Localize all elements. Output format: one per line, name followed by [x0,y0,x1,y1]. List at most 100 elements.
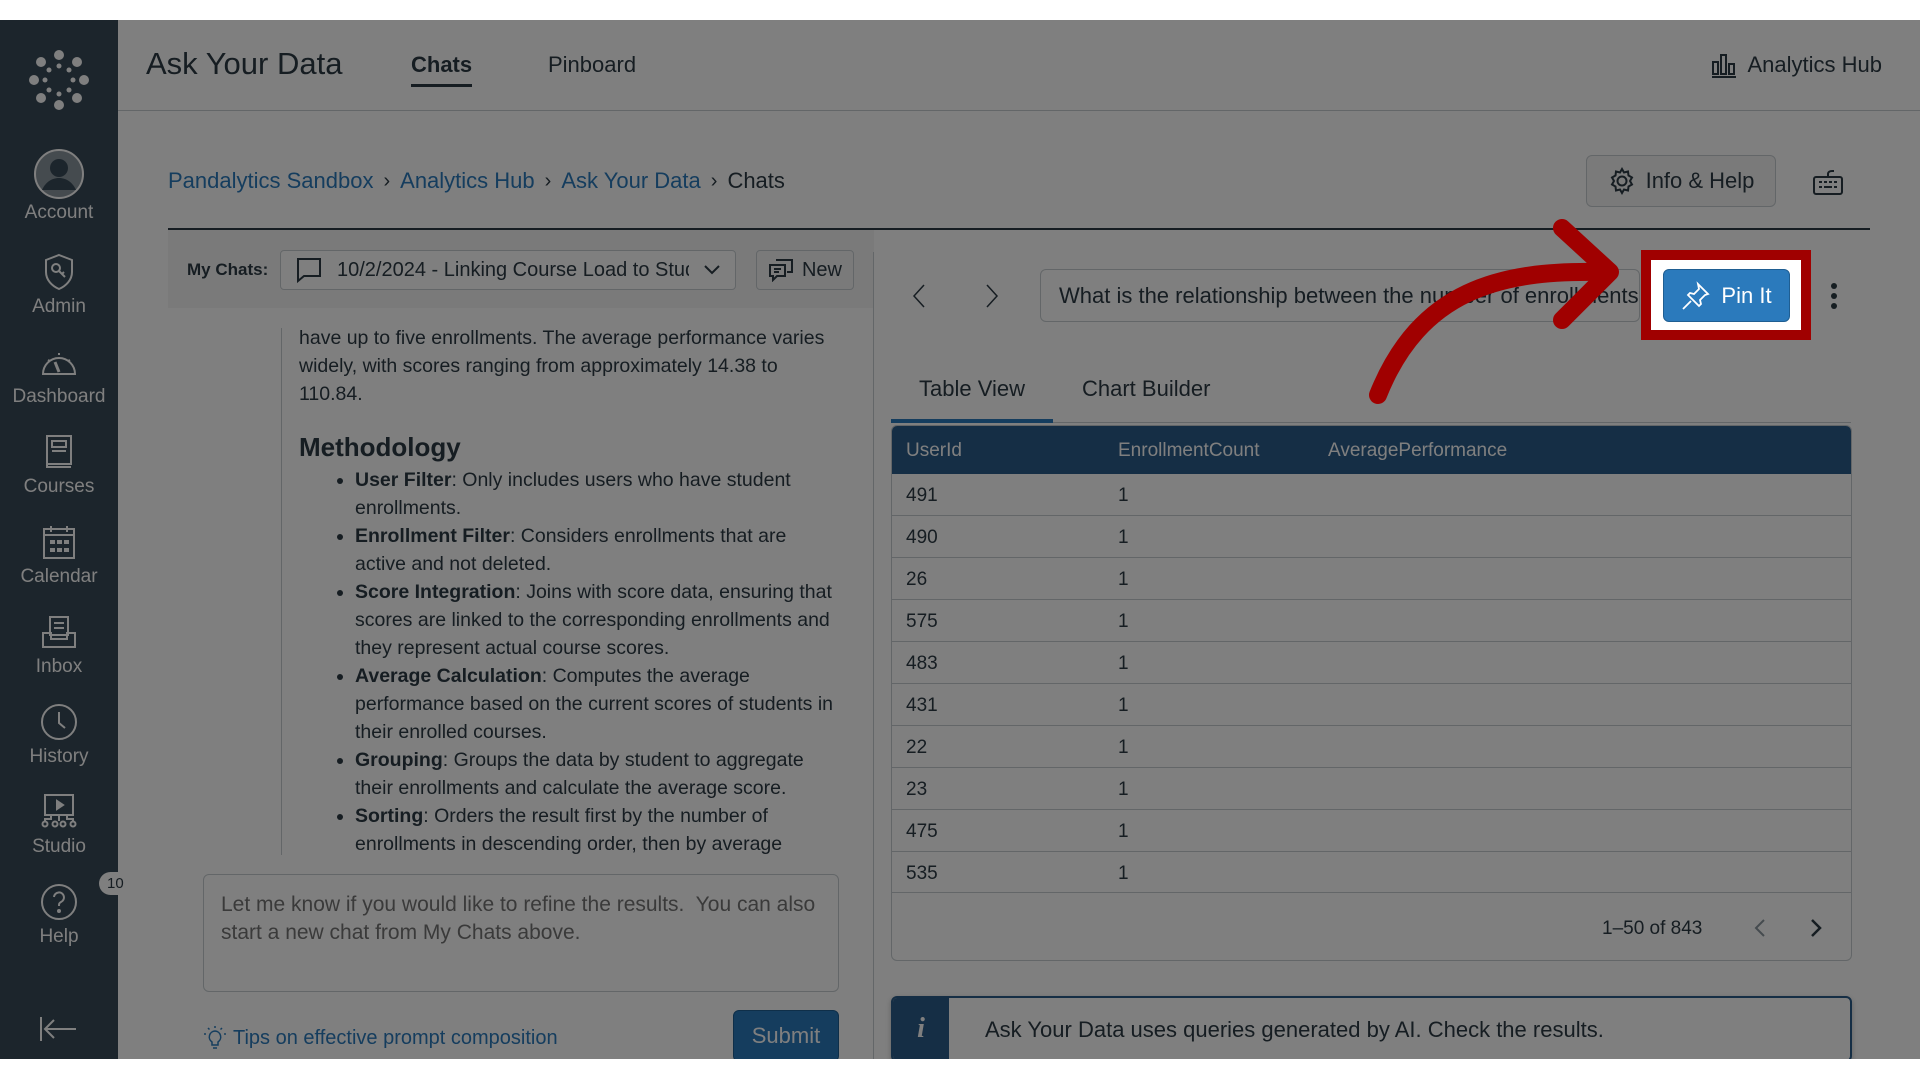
tab-chart-builder[interactable]: Chart Builder [1082,376,1210,402]
tab-table-view[interactable]: Table View [919,376,1025,402]
chat-pane: My Chats: 10/2/2024 - Linking Course Loa… [168,230,874,1059]
table-cell: 22 [906,737,928,758]
column-header[interactable]: AveragePerformance [1328,440,1507,462]
bullet-term: Grouping [355,749,443,771]
table-row[interactable]: 491 1 [892,474,1851,516]
nav-help[interactable]: 10 Help [0,872,132,964]
analytics-hub-link[interactable]: Analytics Hub [1711,52,1882,78]
app-frame: Account Admin Dashboard Courses Calendar [0,20,1920,1059]
pushpin-icon [1682,280,1711,310]
table-cell: 1 [1118,695,1129,716]
bullet-term: Average Calculation [355,665,542,687]
next-query-button[interactable] [977,278,1007,314]
nav-label: Courses [23,476,95,497]
new-chat-icon [768,259,793,282]
more-options-button[interactable] [1822,278,1846,314]
table-cell: 1 [1118,527,1129,548]
table-row[interactable]: 490 1 [892,516,1851,558]
chevron-left-icon [912,284,925,308]
help-badge: 10 [99,872,132,895]
table-cell: 26 [906,569,928,590]
nav-studio[interactable]: Studio [0,790,118,874]
table-cell: 1 [1118,821,1129,842]
nav-admin[interactable]: Admin [0,250,118,334]
pin-it-button[interactable]: Pin It [1663,269,1790,322]
chevron-right-icon [986,284,999,308]
keyboard-icon [1813,170,1843,195]
table-cell: 491 [906,485,938,506]
submit-button[interactable]: Submit [733,1010,839,1059]
nav-courses[interactable]: Courses [0,430,118,514]
chat-prompt-input[interactable] [203,874,839,992]
previous-query-button[interactable] [904,278,934,314]
table-cell: 1 [1118,779,1129,800]
breadcrumb-pandalytics-sandbox[interactable]: Pandalytics Sandbox [168,168,373,194]
kebab-menu-icon [1831,283,1837,309]
inbox-icon [37,610,81,654]
table-row[interactable]: 475 1 [892,810,1851,852]
chevron-down-icon [704,265,720,275]
canvas-logo[interactable] [0,20,118,140]
new-chat-button[interactable]: New [756,250,854,290]
nav-label: Account [24,202,94,223]
studio-icon [37,790,81,834]
table-row[interactable]: 26 1 [892,558,1851,600]
nav-calendar[interactable]: Calendar [0,520,118,604]
nav-label: Dashboard [12,386,106,407]
nav-dashboard[interactable]: Dashboard [0,340,118,424]
table-cell: 490 [906,527,938,548]
pagination-next-button[interactable] [1802,913,1830,943]
list-item: Sorting: Orders the result first by the … [355,802,839,855]
bullet-term: User Filter [355,469,452,491]
bullet-term: Enrollment Filter [355,525,510,547]
query-text-field[interactable]: What is the relationship between the num… [1040,269,1640,322]
table-body[interactable]: 491 1 490 1 26 1 575 1 483 1 431 1 22 1 23 1 475 1 535 1 [892,474,1851,892]
chevron-right-icon [1811,919,1822,937]
info-help-button[interactable]: Info & Help [1586,155,1776,207]
pagination-prev-button[interactable] [1746,913,1774,943]
table-row[interactable]: 23 1 [892,768,1851,810]
info-help-label: Info & Help [1645,168,1755,193]
collapse-left-icon [40,1017,76,1041]
table-cell: 483 [906,653,938,674]
list-item: User Filter: Only includes users who hav… [355,466,839,522]
help-icon: 10 [37,872,132,924]
chevron-left-icon [1754,919,1765,937]
tab-pinboard[interactable]: Pinboard [548,52,636,78]
column-header[interactable]: EnrollmentCount [1118,440,1260,462]
breadcrumb-ask-your-data[interactable]: Ask Your Data [561,168,700,194]
table-row[interactable]: 575 1 [892,600,1851,642]
speedometer-icon [37,340,81,384]
table-header: UserId EnrollmentCount AveragePerformanc… [892,426,1851,474]
breadcrumb-analytics-hub[interactable]: Analytics Hub [400,168,535,194]
nav-history[interactable]: History [0,700,118,784]
tab-chats[interactable]: Chats [411,52,473,87]
pane-divider [873,252,874,1059]
table-row[interactable]: 22 1 [892,726,1851,768]
list-item: Grouping: Groups the data by student to … [355,746,839,802]
ai-notice-text: Ask Your Data uses queries generated by … [985,1017,1604,1042]
tips-link[interactable]: Tips on effective prompt composition [203,1025,558,1051]
chat-message: have up to five enrollments. The average… [281,328,839,855]
message-heading: Methodology [299,432,461,462]
message-intro: have up to five enrollments. The average… [299,328,825,405]
chevron-right-icon: › [544,169,552,192]
table-row[interactable]: 431 1 [892,684,1851,726]
chevron-right-icon: › [710,169,718,192]
analytics-hub-label: Analytics Hub [1747,52,1882,77]
breadcrumb-current: Chats [727,168,785,193]
app-header: Ask Your Data Chats Pinboard Analytics H… [118,20,1920,111]
table-row[interactable]: 483 1 [892,642,1851,684]
collapse-nav-button[interactable] [36,1011,80,1047]
table-cell: 535 [906,863,938,884]
nav-account[interactable]: Account [0,148,118,232]
nav-inbox[interactable]: Inbox [0,610,118,694]
my-chats-select[interactable]: 10/2/2024 - Linking Course Load to Stud [280,250,736,290]
column-header[interactable]: UserId [906,440,962,462]
pagination-range: 1–50 of 843 [1602,918,1703,939]
table-row[interactable]: 535 1 [892,852,1851,892]
nav-label: Calendar [20,566,98,587]
keyboard-shortcuts-button[interactable] [1810,166,1846,198]
table-cell: 475 [906,821,938,842]
new-chat-label: New [801,258,842,281]
